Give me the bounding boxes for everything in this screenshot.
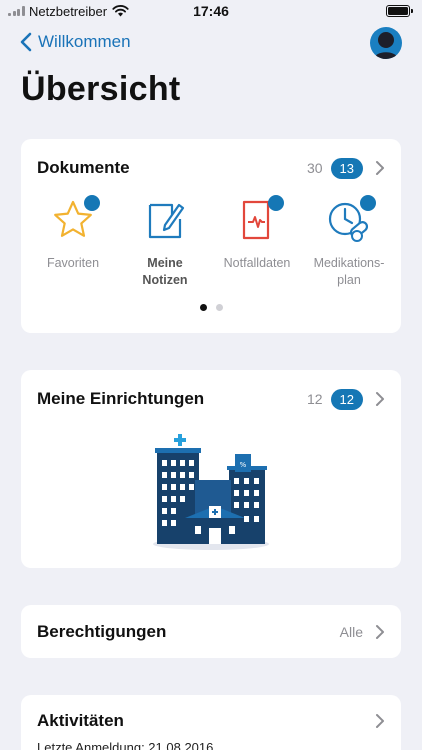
new-indicator-dot <box>84 195 100 211</box>
permissions-title: Berechtigungen <box>37 622 167 641</box>
page-title: Übersicht <box>21 70 181 108</box>
permissions-value: Alle <box>339 624 363 640</box>
documents-title: Dokumente <box>37 158 130 177</box>
category-favorites[interactable]: Favoriten <box>29 195 117 289</box>
emergency-document-icon <box>234 195 284 243</box>
medication-clock-icon <box>326 195 376 243</box>
chevron-right-icon <box>376 392 384 406</box>
facilities-card: Meine Einrichtungen 12 12 % <box>21 370 401 568</box>
avatar[interactable] <box>370 27 402 59</box>
documents-badge: 13 <box>330 157 363 179</box>
last-login-text: Letzte Anmeldung: 21.08.2016 <box>37 740 214 750</box>
facilities-title: Meine Einrichtungen <box>37 389 205 408</box>
category-label: Notfalldaten <box>223 256 291 270</box>
category-label: Favoriten <box>46 256 100 270</box>
category-my-notes[interactable]: Meine Notizen <box>121 197 209 289</box>
documents-card: Dokumente 30 13 Favoriten Meine Notizen <box>21 139 401 333</box>
battery-icon <box>386 5 413 17</box>
new-indicator-dot <box>360 195 376 211</box>
new-indicator-dot <box>268 195 284 211</box>
chevron-right-icon <box>376 714 384 728</box>
documents-count: 30 <box>306 160 323 176</box>
category-emergency-data[interactable]: Notfalldaten <box>213 195 301 289</box>
permissions-card[interactable]: Berechtigungen Alle <box>21 605 401 658</box>
status-bar: Netzbetreiber 17:46 <box>0 0 422 22</box>
user-silhouette-icon <box>374 32 398 59</box>
back-button-label: Willkommen <box>38 32 131 51</box>
activities-header: Aktivitäten <box>37 708 387 734</box>
star-icon <box>50 195 100 243</box>
chevron-right-icon <box>376 625 384 639</box>
category-label: Meine Notizen <box>142 256 188 287</box>
status-time: 17:46 <box>193 3 229 19</box>
chevron-right-icon <box>376 161 384 175</box>
documents-categories: Favoriten Meine Notizen Notfalldaten Med… <box>29 195 393 289</box>
facilities-count: 12 <box>306 391 323 407</box>
documents-header[interactable]: Dokumente 30 13 <box>37 155 387 181</box>
category-label: Medikations-plan <box>313 256 385 287</box>
note-pencil-icon <box>142 197 188 243</box>
svg-text:%: % <box>240 461 247 469</box>
page-dot <box>215 304 223 311</box>
hospital-buildings-illustration: % <box>153 434 269 550</box>
permissions-row: Berechtigungen Alle <box>37 619 387 645</box>
page-indicator[interactable] <box>21 304 401 311</box>
activities-title: Aktivitäten <box>37 711 124 730</box>
back-button[interactable]: Willkommen <box>20 32 131 52</box>
activities-card[interactable]: Aktivitäten Letzte Anmeldung: 21.08.2016 <box>21 695 401 750</box>
facilities-header[interactable]: Meine Einrichtungen 12 12 <box>37 386 387 412</box>
page-dot-active <box>199 304 207 311</box>
chevron-left-icon <box>20 32 32 52</box>
category-medication-plan[interactable]: Medikations-plan <box>305 195 393 289</box>
facilities-badge: 12 <box>330 388 363 410</box>
